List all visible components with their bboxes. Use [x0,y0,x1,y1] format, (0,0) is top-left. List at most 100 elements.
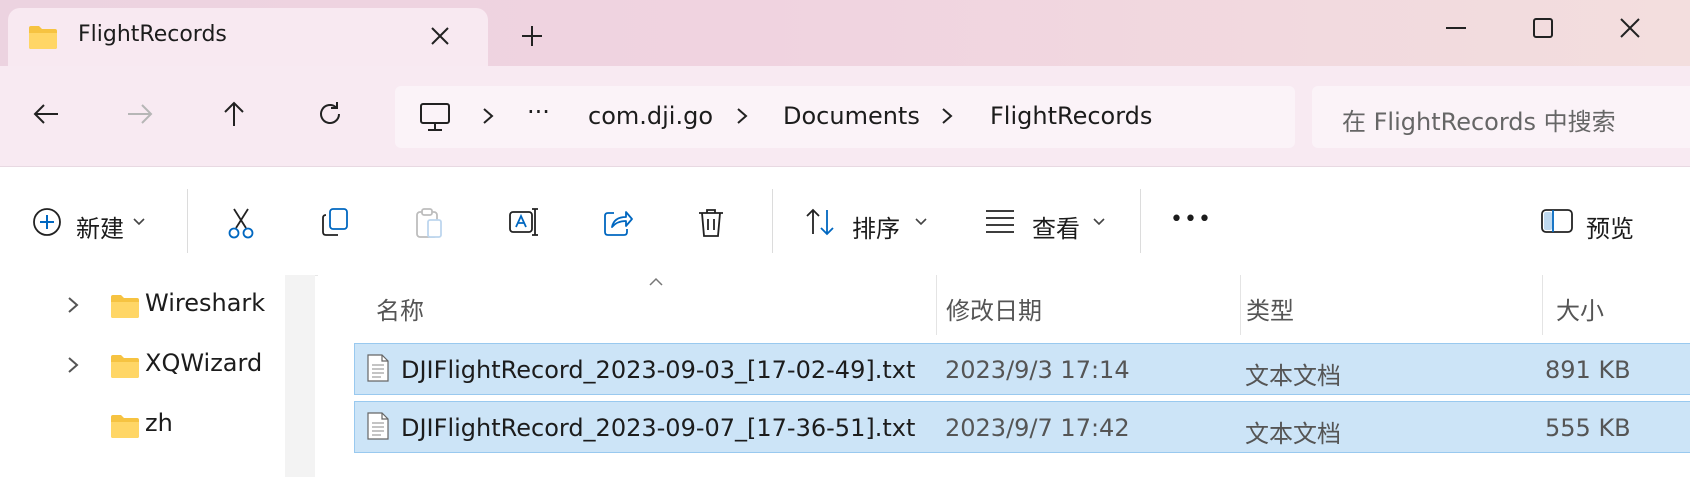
minimize-button[interactable] [1426,8,1486,44]
divider [772,189,773,253]
breadcrumb-overflow[interactable]: ··· [527,98,550,126]
nav-item-xqwizard[interactable]: XQWizard [0,335,285,395]
search-box[interactable]: 在 FlightRecords 中搜索 [1312,86,1690,148]
navigation-bar: ··· com.dji.go Documents FlightRecords 在… [0,66,1690,166]
command-bar: 新建 排序 查看 ••• 预览 [0,166,1690,276]
more-icon: ••• [1170,207,1212,232]
forward-button[interactable] [120,94,160,134]
chevron-down-icon [915,218,927,226]
copy-icon [322,208,348,236]
chevron-down-icon [1093,218,1105,226]
rename-button[interactable] [508,197,548,247]
scissors-icon [228,208,254,239]
breadcrumb-documents[interactable]: Documents [783,102,920,130]
paste-button[interactable] [414,197,454,247]
divider [1140,189,1141,253]
sort-label: 排序 [852,215,900,243]
refresh-icon [320,102,340,124]
view-label: 查看 [1032,215,1080,243]
maximize-button[interactable] [1513,8,1573,44]
computer-icon [419,102,451,136]
copy-button[interactable] [320,197,360,247]
nav-item-wireshark[interactable]: Wireshark [0,275,285,335]
divider [187,189,188,253]
file-size: 555 KB [1545,414,1631,442]
file-size: 891 KB [1545,356,1631,384]
share-icon [604,211,633,236]
more-options-button[interactable]: ••• [1170,197,1214,247]
title-bar: FlightRecords [0,0,1690,70]
view-list-icon [986,210,1014,233]
preview-button[interactable]: 预览 [1540,197,1670,247]
folder-icon [28,24,58,54]
folder-icon [110,413,140,443]
nav-item-label: Wireshark [145,289,266,317]
file-date-modified: 2023/9/7 17:42 [945,414,1130,442]
file-type: 文本文档 [1245,420,1341,448]
up-button[interactable] [214,94,254,134]
column-header-label: 类型 [1246,297,1294,325]
chevron-right-icon[interactable] [66,295,80,319]
new-label: 新建 [76,215,124,243]
breadcrumb-flightrecords[interactable]: FlightRecords [990,102,1152,130]
new-button[interactable]: 新建 [32,197,162,247]
column-header-size[interactable]: 大小 [1544,275,1684,335]
nav-item-label: XQWizard [145,349,263,377]
breadcrumb-com-dji-go[interactable]: com.dji.go [588,102,713,130]
nav-item-zh[interactable]: zh [0,395,285,455]
breadcrumb-chevron-icon[interactable] [481,106,495,130]
share-button[interactable] [602,197,642,247]
tab-title: FlightRecords [78,22,227,47]
column-header-label: 名称 [376,297,424,325]
maximize-icon [1533,18,1553,38]
navigation-pane: Wireshark XQWizard zh [0,275,285,477]
add-circle-icon [33,208,61,236]
navigation-pane-scrollbar[interactable] [285,275,315,477]
close-icon [1620,18,1640,38]
column-header-type[interactable]: 类型 [1242,275,1542,335]
tab-flightrecords[interactable]: FlightRecords [8,8,488,70]
address-bar[interactable]: ··· com.dji.go Documents FlightRecords [395,86,1295,148]
text-file-icon [367,412,389,444]
clipboard-icon [416,208,442,238]
chevron-down-icon [133,218,145,226]
column-header-name[interactable]: 名称 [354,275,904,335]
file-row[interactable]: DJIFlightRecord_2023-09-07_[17-36-51].tx… [354,401,1690,453]
folder-icon [110,353,140,383]
search-input[interactable]: 在 FlightRecords 中搜索 [1342,102,1616,137]
trash-icon [699,209,723,237]
breadcrumb-chevron-icon[interactable] [940,106,954,130]
file-name: DJIFlightRecord_2023-09-03_[17-02-49].tx… [401,356,916,384]
back-button[interactable] [26,94,66,134]
file-list: 名称 修改日期 类型 大小 DJIFlightRecord_2023-09-03… [318,275,1690,477]
up-arrow-icon [224,101,244,126]
column-resize-handle[interactable] [936,275,937,335]
refresh-button[interactable] [310,94,350,134]
nav-item-label: zh [145,409,173,437]
cut-button[interactable] [226,197,266,247]
text-file-icon [367,354,389,386]
view-button[interactable]: 查看 [984,197,1114,247]
forward-arrow-icon [128,104,153,124]
column-header-label: 修改日期 [946,297,1042,325]
close-tab-icon[interactable] [430,26,450,50]
column-resize-handle[interactable] [1240,275,1241,335]
new-tab-icon[interactable] [520,24,544,52]
breadcrumb-chevron-icon[interactable] [735,106,749,130]
sort-button[interactable]: 排序 [804,197,934,247]
minimize-icon [1446,27,1466,29]
preview-pane-icon [1541,209,1573,233]
file-name: DJIFlightRecord_2023-09-07_[17-36-51].tx… [401,414,916,442]
rename-icon [509,208,538,236]
sort-icon [806,208,834,236]
chevron-right-icon[interactable] [66,355,80,379]
back-arrow-icon [33,104,58,124]
close-window-button[interactable] [1600,8,1660,44]
preview-label: 预览 [1586,215,1634,243]
folder-icon [110,293,140,323]
file-date-modified: 2023/9/3 17:14 [945,356,1130,384]
column-resize-handle[interactable] [1542,275,1543,335]
column-header-date-modified[interactable]: 修改日期 [938,275,1238,335]
file-row[interactable]: DJIFlightRecord_2023-09-03_[17-02-49].tx… [354,343,1690,395]
delete-button[interactable] [696,197,736,247]
